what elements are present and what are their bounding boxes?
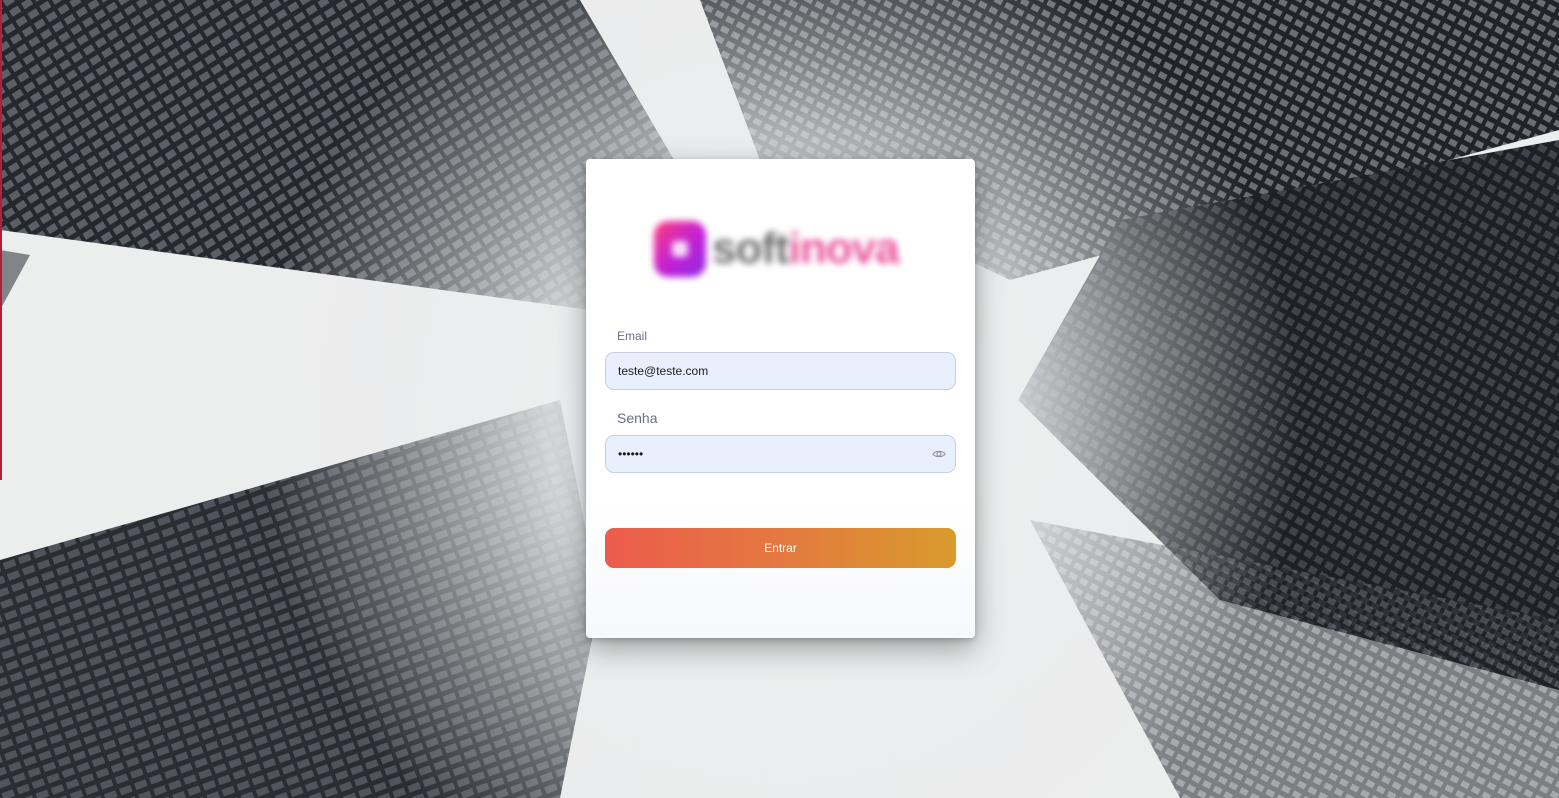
brand-logo: softinova [648,217,908,281]
email-field-wrapper [605,352,956,390]
logo-wordmark-part2: inova [788,224,900,273]
password-input[interactable] [618,436,918,472]
password-field-wrapper [605,435,956,473]
email-label: Email [617,329,648,343]
logo-mark-icon [654,221,706,277]
left-edge-accent [0,0,2,480]
login-card: softinova Email Senha Entrar [586,159,975,638]
logo-wordmark: softinova [712,223,900,275]
logo-wordmark-part1: soft [712,224,790,273]
email-input[interactable] [618,353,918,389]
eye-icon[interactable] [932,448,946,460]
password-label: Senha [617,410,658,426]
submit-button[interactable]: Entrar [605,528,956,568]
